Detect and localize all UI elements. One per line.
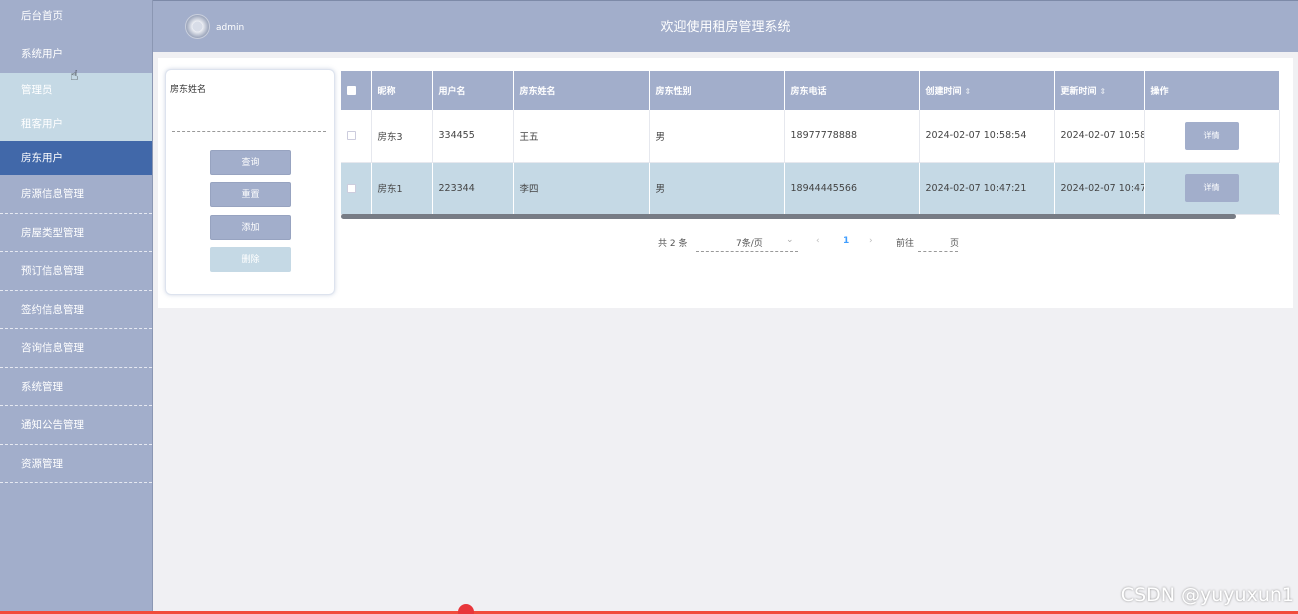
row-checkbox[interactable]	[347, 131, 356, 141]
hand-cursor-icon: ☝	[70, 68, 79, 84]
cell-username: 334455	[432, 110, 514, 163]
col-nickname: 昵称	[371, 71, 433, 110]
landlord-table: 昵称 用户名 房东姓名 房东性别 房东电话 创建时间 ⇕ 更新时间 ⇕ 操作 房东3	[341, 71, 1280, 221]
cell-landlord-name: 王五	[513, 110, 650, 163]
cell-phone: 18977778888	[784, 110, 920, 163]
page-number[interactable]: 1	[843, 236, 849, 246]
table-header-row: 昵称 用户名 房东姓名 房东性别 房东电话 创建时间 ⇕ 更新时间 ⇕ 操作	[341, 71, 1280, 110]
next-page-icon[interactable]: ›	[869, 236, 873, 246]
cell-updated: 2024-02-07 10:47:2	[1054, 162, 1145, 215]
sort-icon[interactable]: ⇕	[1100, 87, 1107, 96]
delete-button[interactable]: 删除	[210, 247, 291, 272]
page-unit-label: 页	[950, 239, 960, 249]
sidebar-item-label: 系统用户	[21, 48, 63, 60]
sidebar-item-resource[interactable]: 资源管理	[0, 445, 152, 483]
col-landlord-gender: 房东性别	[649, 71, 785, 110]
site-title: 欢迎使用租房管理系统	[660, 20, 791, 35]
goto-label: 前往	[896, 239, 915, 249]
sidebar-item-home[interactable]: 后台首页	[0, 0, 152, 36]
reset-button[interactable]: 重置	[210, 182, 291, 207]
sidebar-item-system[interactable]: 系统管理	[0, 368, 152, 406]
col-username: 用户名	[432, 71, 514, 110]
select-all-checkbox[interactable]	[347, 85, 356, 95]
col-actions: 操作	[1144, 71, 1280, 110]
page-size-select[interactable]: 7条/页 ⌄	[696, 234, 798, 252]
cell-created: 2024-02-07 10:47:21	[919, 162, 1055, 215]
sort-icon[interactable]: ⇕	[965, 87, 972, 96]
sidebar-item-house-type[interactable]: 房屋类型管理	[0, 214, 152, 252]
cell-created: 2024-02-07 10:58:54	[919, 110, 1055, 163]
sidebar-item-system-users[interactable]: 系统用户 ☝	[0, 36, 152, 84]
sidebar-item-notice[interactable]: 通知公告管理	[0, 406, 152, 445]
sidebar-item-contract[interactable]: 签约信息管理	[0, 291, 152, 329]
col-updated-label: 更新时间	[1060, 87, 1097, 97]
cell-phone: 18944445566	[784, 162, 920, 215]
main-content: 房东姓名 查询 重置 添加 删除 昵称 用户名 房东姓名 房东性别 房东电话 创…	[158, 58, 1293, 308]
col-created-time[interactable]: 创建时间 ⇕	[919, 71, 1055, 110]
select-all-cell[interactable]	[341, 71, 372, 110]
sidebar-item-tenant-users[interactable]: 租客用户	[0, 107, 152, 141]
col-landlord-phone: 房东电话	[784, 71, 920, 110]
record-indicator	[458, 604, 474, 614]
cell-gender: 男	[649, 162, 785, 215]
detail-button[interactable]: 详情	[1184, 121, 1239, 150]
page-size-value: 7条/页	[736, 239, 763, 249]
col-created-label: 创建时间	[925, 87, 962, 97]
sidebar-item-listing[interactable]: 房源信息管理	[0, 175, 152, 214]
table-row[interactable]: 房东3 334455 王五 男 18977778888 2024-02-07 1…	[341, 110, 1280, 163]
top-header: admin 欢迎使用租房管理系统	[153, 0, 1298, 52]
query-button[interactable]: 查询	[210, 150, 291, 175]
col-updated-time[interactable]: 更新时间 ⇕	[1054, 71, 1145, 110]
cell-actions: 详情	[1144, 110, 1280, 163]
row-checkbox[interactable]	[347, 183, 356, 193]
table-row[interactable]: 房东1 223344 李四 男 18944445566 2024-02-07 1…	[341, 162, 1280, 215]
cell-nickname: 房东1	[371, 162, 433, 215]
horizontal-scrollbar[interactable]	[341, 214, 1236, 219]
row-select-cell[interactable]	[341, 162, 372, 215]
chevron-down-icon: ⌄	[786, 235, 794, 245]
cell-gender: 男	[649, 110, 785, 163]
add-button[interactable]: 添加	[210, 215, 291, 240]
total-count: 共 2 条	[658, 239, 688, 249]
landlord-name-input[interactable]	[172, 118, 326, 132]
sidebar-item-consult[interactable]: 咨询信息管理	[0, 329, 152, 368]
col-landlord-name: 房东姓名	[513, 71, 650, 110]
cell-nickname: 房东3	[371, 110, 433, 163]
app-root: 后台首页 系统用户 ☝ 管理员 租客用户 房东用户 房源信息管理 房屋类型管理 …	[0, 0, 1298, 614]
cell-landlord-name: 李四	[513, 162, 650, 215]
row-select-cell[interactable]	[341, 110, 372, 163]
search-label: 房东姓名	[170, 85, 207, 95]
prev-page-icon[interactable]: ‹	[816, 236, 820, 246]
cell-actions: 详情	[1144, 162, 1280, 215]
sidebar-item-landlord-users[interactable]: 房东用户	[0, 141, 152, 175]
cell-updated: 2024-02-07 10:58:5	[1054, 110, 1145, 163]
search-panel: 房东姓名 查询 重置 添加 删除	[165, 69, 335, 295]
watermark: CSDN @yuyuxun1	[1120, 584, 1294, 606]
sidebar: 后台首页 系统用户 ☝ 管理员 租客用户 房东用户 房源信息管理 房屋类型管理 …	[0, 0, 153, 614]
detail-button[interactable]: 详情	[1184, 174, 1239, 202]
cell-username: 223344	[432, 162, 514, 215]
sidebar-item-booking[interactable]: 预订信息管理	[0, 252, 152, 291]
